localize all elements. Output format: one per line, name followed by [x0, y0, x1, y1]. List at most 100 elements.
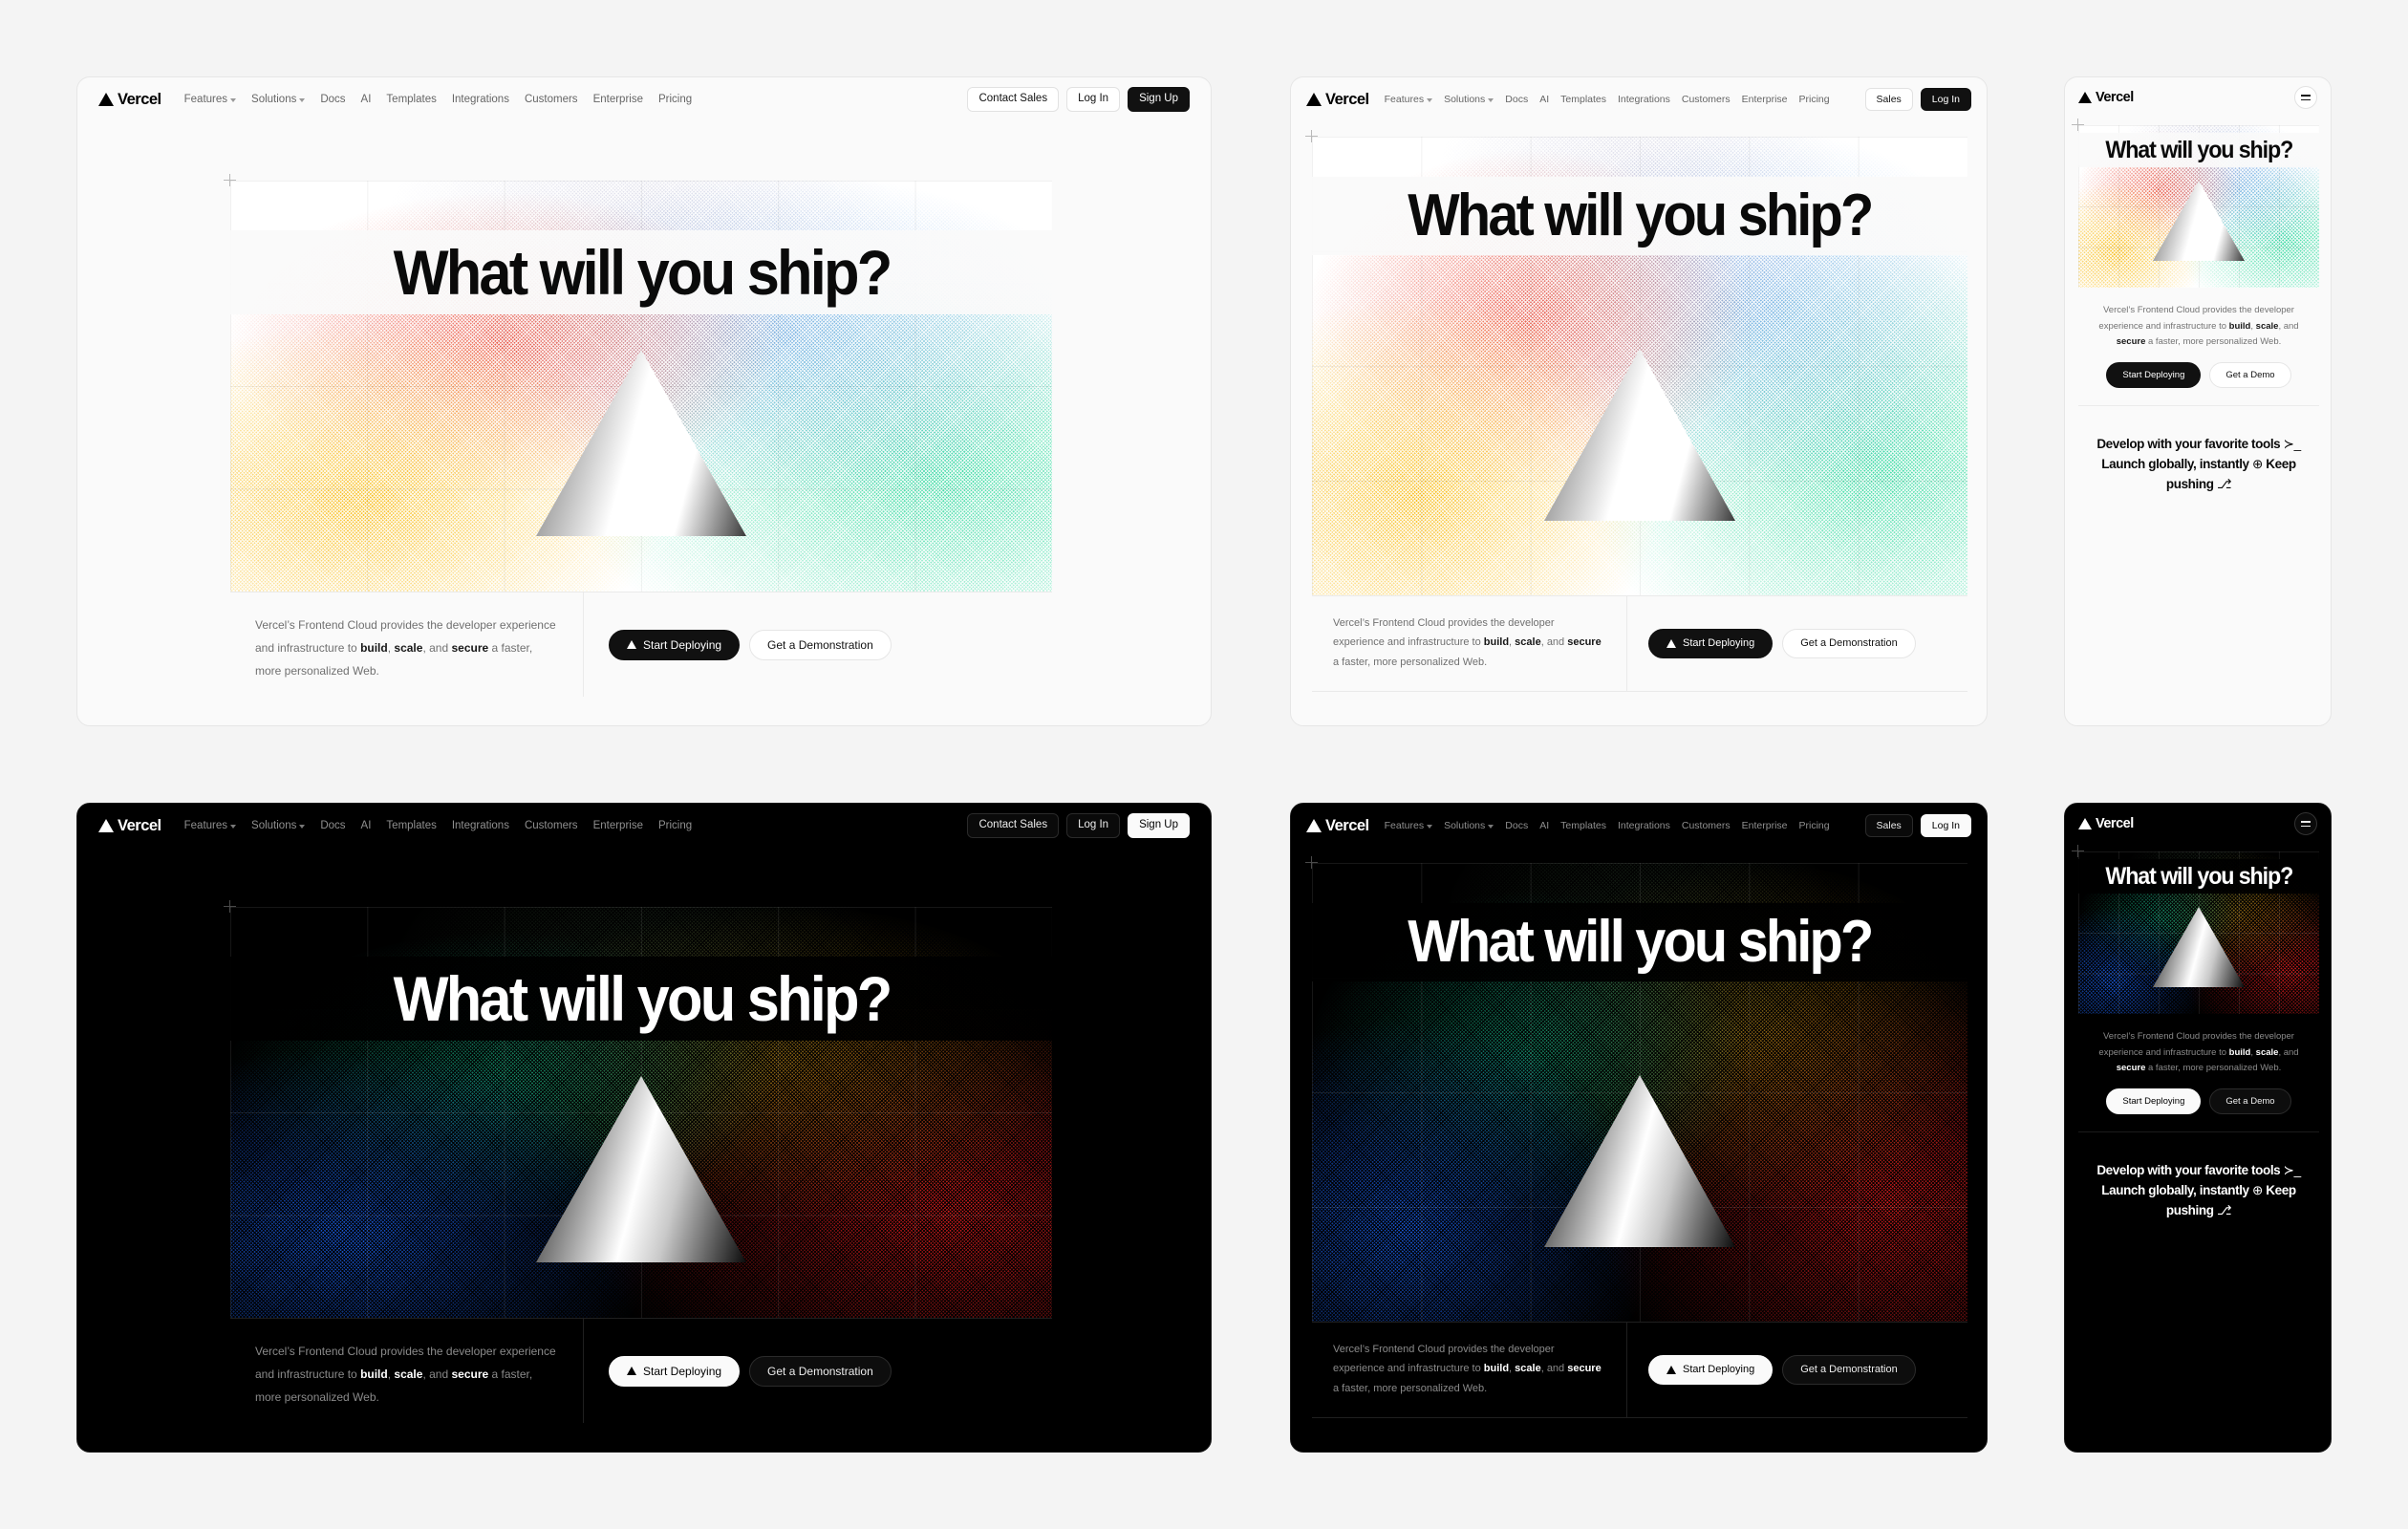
hamburger-menu-icon[interactable] [2294, 812, 2317, 835]
start-deploying-button[interactable]: Start Deploying [609, 629, 741, 660]
nav-link-enterprise[interactable]: Enterprise [1742, 94, 1788, 105]
page-title: What will you ship? [1408, 909, 1874, 975]
brand-logo[interactable]: Vercel [1306, 817, 1369, 835]
gradient-triangle-graphic [1544, 349, 1735, 521]
nav-link-enterprise[interactable]: Enterprise [593, 94, 643, 105]
navbar: Vercel [2065, 804, 2331, 844]
nav-link-docs[interactable]: Docs [1505, 820, 1528, 831]
nav-link-integrations[interactable]: Integrations [1618, 820, 1670, 831]
get-a-demonstration-button[interactable]: Get a Demonstration [749, 629, 892, 660]
get-a-demonstration-button[interactable]: Get a Demonstration [1782, 629, 1916, 658]
navbar: Vercel Features Solutions Docs AI Templa… [77, 77, 1211, 121]
nav-link-enterprise[interactable]: Enterprise [593, 820, 643, 831]
nav-link-docs[interactable]: Docs [320, 820, 345, 831]
brand-logo[interactable]: Vercel [2078, 816, 2134, 831]
cta-label: Start Deploying [1683, 637, 1755, 649]
copy-bold-scale: scale [2255, 1046, 2279, 1058]
sign-up-button[interactable]: Sign Up [1128, 87, 1190, 112]
nav-label: Features [183, 94, 228, 105]
nav-link-docs[interactable]: Docs [320, 94, 345, 105]
triangle-logo-icon [627, 640, 636, 649]
nav-link-ai[interactable]: AI [361, 94, 372, 105]
hero-section: What will you ship? [230, 907, 1052, 1318]
start-deploying-button[interactable]: Start Deploying [1648, 629, 1774, 658]
hamburger-bar [2301, 821, 2311, 823]
nav-actions: Contact Sales Log In Sign Up [967, 813, 1190, 838]
nav-link-customers[interactable]: Customers [1682, 94, 1731, 105]
copy-cta-row: Vercel’s Frontend Cloud provides the dev… [230, 592, 1052, 697]
terminal-prompt-icon: ≻_ [2283, 437, 2301, 452]
get-a-demo-button[interactable]: Get a Demo [2209, 361, 2291, 389]
hamburger-menu-icon[interactable] [2294, 86, 2317, 109]
log-in-button[interactable]: Log In [1920, 813, 1971, 838]
nav-label: Features [1384, 820, 1425, 831]
nav-link-ai[interactable]: AI [1539, 820, 1549, 831]
nav-link-templates[interactable]: Templates [1560, 94, 1606, 105]
headline-band: What will you ship? [230, 230, 1052, 314]
get-a-demonstration-button[interactable]: Get a Demonstration [1782, 1355, 1916, 1385]
copy-cta-row: Vercel’s Frontend Cloud provides the dev… [230, 1318, 1052, 1423]
log-in-button[interactable]: Log In [1066, 87, 1121, 112]
navbar: Vercel [2065, 77, 2331, 118]
brand-name: Vercel [2096, 816, 2134, 831]
sales-button[interactable]: Sales [1864, 87, 1913, 112]
hamburger-bar [2301, 825, 2311, 827]
copy-bold-scale: scale [1515, 636, 1541, 649]
nav-link-features[interactable]: Features [184, 820, 237, 831]
brand-logo[interactable]: Vercel [98, 817, 161, 835]
nav-link-enterprise[interactable]: Enterprise [1742, 820, 1788, 831]
cta-label: Start Deploying [643, 1364, 722, 1378]
nav-link-pricing[interactable]: Pricing [1799, 94, 1830, 105]
nav-link-solutions[interactable]: Solutions [251, 94, 306, 105]
nav-link-pricing[interactable]: Pricing [1799, 820, 1830, 831]
brand-logo[interactable]: Vercel [98, 91, 161, 109]
nav-link-customers[interactable]: Customers [1682, 820, 1731, 831]
headline-band: What will you ship? [230, 957, 1052, 1041]
mobile-copy-block: Vercel’s Frontend Cloud provides the dev… [2078, 1016, 2319, 1250]
chevron-down-icon [1427, 97, 1433, 102]
globe-icon: ⊕ [2252, 457, 2263, 472]
nav-link-integrations[interactable]: Integrations [452, 820, 509, 831]
page-title: What will you ship? [393, 237, 892, 308]
nav-link-docs[interactable]: Docs [1505, 94, 1528, 105]
log-in-button[interactable]: Log In [1066, 813, 1121, 838]
nav-link-integrations[interactable]: Integrations [1618, 94, 1670, 105]
nav-link-ai[interactable]: AI [361, 820, 372, 831]
hero-description: Vercel’s Frontend Cloud provides the dev… [1333, 1340, 1605, 1398]
sign-up-button[interactable]: Sign Up [1128, 813, 1190, 838]
hero-section: What will you ship? [230, 181, 1052, 592]
start-deploying-button[interactable]: Start Deploying [1648, 1355, 1774, 1385]
brand-logo[interactable]: Vercel [1306, 91, 1369, 109]
nav-link-features[interactable]: Features [1384, 820, 1433, 831]
nav-link-customers[interactable]: Customers [525, 820, 578, 831]
nav-link-ai[interactable]: AI [1539, 94, 1549, 105]
copy-cell: Vercel’s Frontend Cloud provides the dev… [1312, 596, 1627, 691]
nav-link-templates[interactable]: Templates [386, 820, 436, 831]
start-deploying-button[interactable]: Start Deploying [609, 1355, 741, 1387]
nav-link-features[interactable]: Features [183, 94, 237, 105]
contact-sales-button[interactable]: Contact Sales [967, 813, 1060, 838]
get-a-demonstration-button[interactable]: Get a Demonstration [749, 1355, 892, 1387]
page-title: What will you ship? [2105, 862, 2293, 890]
start-deploying-button[interactable]: Start Deploying [2106, 1088, 2202, 1115]
nav-link-solutions[interactable]: Solutions [1444, 820, 1494, 831]
nav-link-customers[interactable]: Customers [525, 94, 578, 105]
navbar: Vercel Features Solutions Docs AI Templa… [77, 804, 1211, 848]
triangle-logo-icon [627, 1367, 636, 1375]
brand-logo[interactable]: Vercel [2078, 90, 2134, 105]
nav-link-pricing[interactable]: Pricing [658, 820, 692, 831]
nav-link-pricing[interactable]: Pricing [658, 94, 692, 105]
nav-link-solutions[interactable]: Solutions [251, 820, 306, 831]
nav-link-templates[interactable]: Templates [1560, 820, 1606, 831]
nav-link-templates[interactable]: Templates [386, 94, 436, 105]
git-branch-icon: ⎇ [2216, 477, 2232, 492]
contact-sales-button[interactable]: Contact Sales [967, 87, 1060, 112]
log-in-button[interactable]: Log In [1920, 87, 1971, 112]
nav-link-features[interactable]: Features [1385, 94, 1433, 105]
nav-link-solutions[interactable]: Solutions [1444, 94, 1494, 105]
get-a-demo-button[interactable]: Get a Demo [2209, 1088, 2291, 1115]
sales-button[interactable]: Sales [1864, 813, 1913, 838]
start-deploying-button[interactable]: Start Deploying [2106, 361, 2202, 389]
hero-description: Vercel’s Frontend Cloud provides the dev… [255, 614, 558, 682]
nav-link-integrations[interactable]: Integrations [452, 94, 509, 105]
